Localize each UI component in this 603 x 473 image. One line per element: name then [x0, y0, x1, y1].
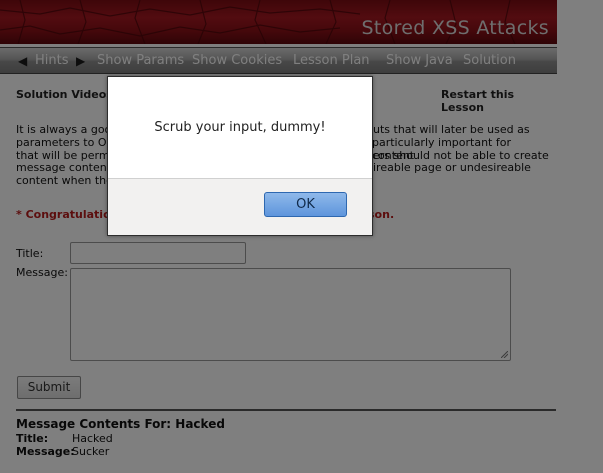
alert-dialog: Scrub your input, dummy! OK: [107, 76, 373, 236]
alert-message: Scrub your input, dummy!: [154, 120, 326, 135]
ok-button[interactable]: OK: [264, 192, 347, 217]
alert-body: Scrub your input, dummy!: [108, 77, 372, 179]
modal-overlay: [0, 0, 603, 473]
